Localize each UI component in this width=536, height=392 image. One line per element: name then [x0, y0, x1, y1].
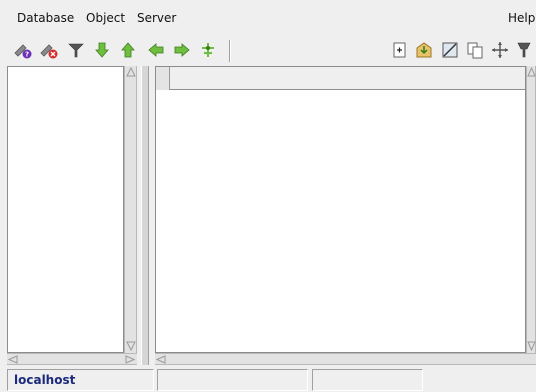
- move-left-button[interactable]: [146, 40, 166, 60]
- image-icon: [442, 42, 458, 58]
- move-right-icon: [174, 43, 190, 57]
- status-host: localhost: [7, 369, 154, 391]
- copy-icon: [467, 42, 483, 59]
- tree-vertical-scrollbar[interactable]: [124, 66, 137, 353]
- copy-button[interactable]: [465, 40, 485, 60]
- content-scroll-down-arrow-icon[interactable]: [527, 341, 536, 351]
- tree-horizontal-scrollbar[interactable]: [7, 353, 137, 365]
- disconnect-button[interactable]: [39, 40, 59, 60]
- toolbar: ?: [0, 36, 536, 64]
- svg-text:?: ?: [25, 51, 29, 59]
- status-cell-2: [157, 369, 308, 391]
- menu-object[interactable]: Object: [86, 11, 125, 25]
- menu-bar: Database Object Server Help: [0, 0, 536, 36]
- move-up-icon: [121, 42, 135, 58]
- filter-icon: [68, 43, 84, 58]
- move-down-button[interactable]: [92, 40, 112, 60]
- open-button[interactable]: [414, 40, 434, 60]
- grid-column-header[interactable]: [156, 67, 525, 90]
- move-left-icon: [148, 43, 164, 57]
- move-icon: [492, 42, 508, 58]
- connect-info-button[interactable]: ?: [13, 40, 33, 60]
- status-cell-3: [312, 369, 423, 391]
- brush-icon: [517, 42, 531, 58]
- scroll-down-arrow-icon[interactable]: [126, 341, 136, 351]
- tree-panel[interactable]: [7, 66, 124, 353]
- menu-help[interactable]: Help: [508, 11, 535, 25]
- content-horizontal-scrollbar[interactable]: [155, 353, 536, 365]
- disconnect-icon: [40, 44, 58, 59]
- image-button[interactable]: [440, 40, 460, 60]
- menu-database[interactable]: Database: [17, 11, 74, 25]
- scroll-up-arrow-icon[interactable]: [126, 67, 136, 77]
- pin-button[interactable]: [198, 40, 218, 60]
- move-up-button[interactable]: [118, 40, 138, 60]
- pin-icon: [202, 43, 214, 57]
- brush-button[interactable]: [514, 40, 534, 60]
- content-vertical-scrollbar[interactable]: [526, 66, 536, 353]
- content-scroll-up-arrow-icon[interactable]: [527, 67, 536, 77]
- open-icon: [416, 42, 432, 58]
- move-down-icon: [95, 42, 109, 58]
- connect-info-icon: ?: [14, 44, 32, 59]
- status-bar: localhost: [0, 366, 536, 392]
- grid-corner: [156, 67, 170, 90]
- new-page-icon: [393, 42, 406, 58]
- menu-server[interactable]: Server: [137, 11, 176, 25]
- new-page-button[interactable]: [389, 40, 409, 60]
- scroll-right-arrow-icon[interactable]: [125, 355, 135, 364]
- move-button[interactable]: [490, 40, 510, 60]
- move-right-button[interactable]: [172, 40, 192, 60]
- scroll-left-arrow-icon[interactable]: [8, 355, 18, 364]
- panel-splitter[interactable]: [141, 66, 149, 365]
- toolbar-separator: [229, 40, 231, 62]
- content-grid-panel[interactable]: [155, 66, 526, 353]
- filter-button[interactable]: [66, 40, 86, 60]
- content-scroll-left-arrow-icon[interactable]: [156, 355, 166, 364]
